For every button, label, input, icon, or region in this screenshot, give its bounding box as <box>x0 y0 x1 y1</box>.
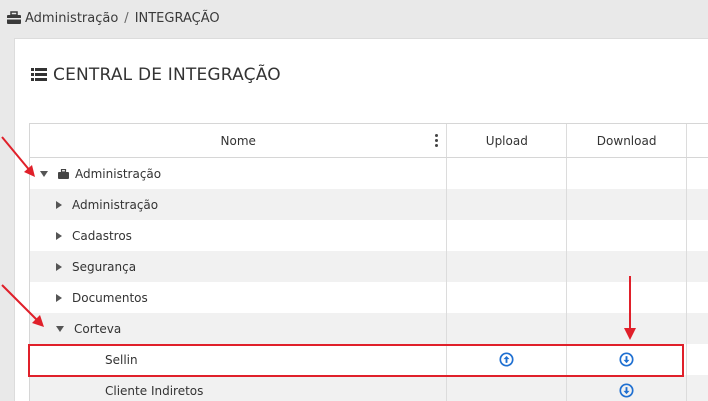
tree-row[interactable]: Cadastros <box>30 220 708 251</box>
column-menu-icon[interactable] <box>435 134 439 149</box>
expand-caret-icon[interactable] <box>56 200 62 209</box>
tree-row-label: Segurança <box>72 259 137 274</box>
column-header-name-label: Nome <box>220 133 256 148</box>
integration-tree-grid: Nome Upload Download Administração Admin… <box>29 123 708 401</box>
tree-row[interactable]: Documentos <box>30 282 708 313</box>
briefcase-icon <box>58 168 69 179</box>
download-icon[interactable] <box>619 352 634 367</box>
column-header-download-label: Download <box>596 133 657 148</box>
expand-caret-icon[interactable] <box>56 293 62 302</box>
collapse-caret-icon[interactable] <box>40 170 48 177</box>
list-icon <box>31 68 47 81</box>
tree-row-label: Administração <box>72 197 159 212</box>
tree-row[interactable]: Sellin <box>30 344 708 375</box>
tree-row[interactable]: Cliente Indiretos <box>30 375 708 401</box>
column-header-extra <box>687 124 708 157</box>
breadcrumb-page: INTEGRAÇÃO <box>134 10 220 26</box>
breadcrumb-section[interactable]: Administração <box>25 11 118 26</box>
page-title: CENTRAL DE INTEGRAÇÃO <box>31 65 281 85</box>
upload-icon[interactable] <box>499 352 514 367</box>
tree-row[interactable]: Segurança <box>30 251 708 282</box>
tree-row[interactable]: Administração <box>30 158 708 189</box>
tree-row[interactable]: Administração <box>30 189 708 220</box>
breadcrumb: Administração / INTEGRAÇÃO <box>0 0 708 36</box>
column-header-upload-label: Upload <box>485 133 528 148</box>
tree-row[interactable]: Corteva <box>30 313 708 344</box>
tree-row-label: Administração <box>75 166 162 181</box>
breadcrumb-separator: / <box>124 10 129 26</box>
tree-row-label: Sellin <box>105 352 138 367</box>
column-header-name[interactable]: Nome <box>30 124 448 157</box>
page-title-text: CENTRAL DE INTEGRAÇÃO <box>53 65 281 85</box>
collapse-caret-icon[interactable] <box>56 325 64 332</box>
tree-row-label: Cliente Indiretos <box>105 383 204 398</box>
grid-header: Nome Upload Download <box>30 124 708 158</box>
column-header-upload[interactable]: Upload <box>447 124 568 157</box>
expand-caret-icon[interactable] <box>56 231 62 240</box>
download-icon[interactable] <box>619 383 634 398</box>
tree-row-label: Corteva <box>74 321 122 336</box>
expand-caret-icon[interactable] <box>56 262 62 271</box>
column-header-download[interactable]: Download <box>567 124 688 157</box>
tree-row-label: Cadastros <box>72 228 132 243</box>
briefcase-icon <box>7 11 21 24</box>
tree-row-label: Documentos <box>72 290 148 305</box>
integration-panel: CENTRAL DE INTEGRAÇÃO Nome Upload Downlo… <box>14 38 708 401</box>
